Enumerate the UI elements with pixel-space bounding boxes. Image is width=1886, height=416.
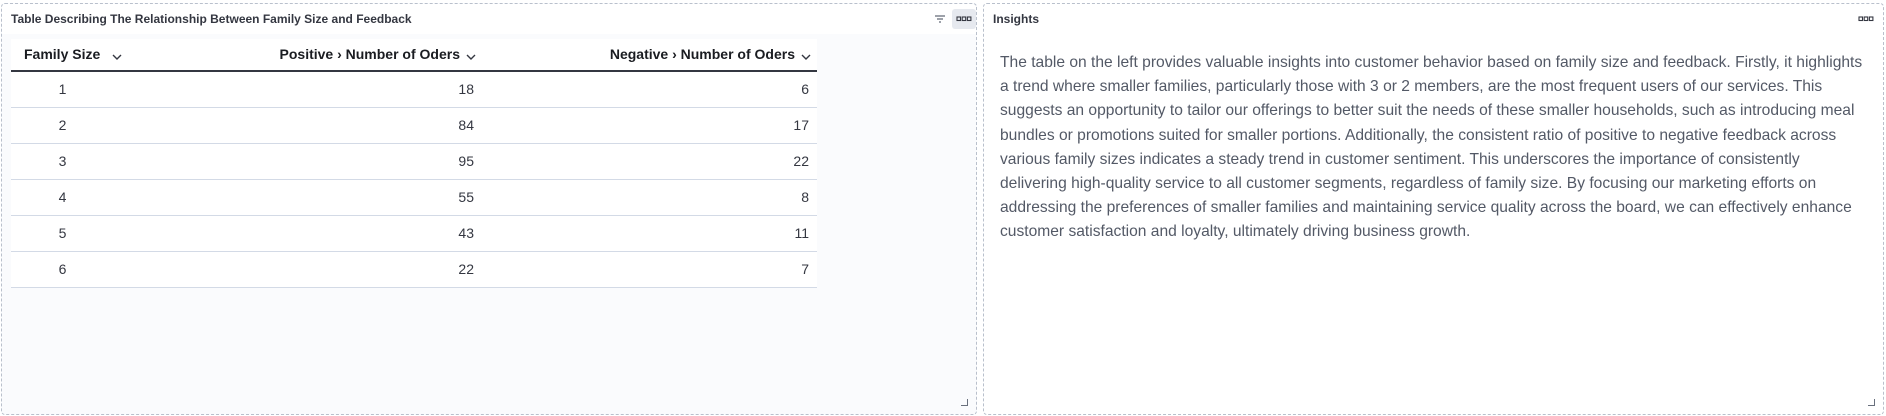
cell-negative: 11: [482, 215, 817, 252]
column-header-label: Family Size: [24, 45, 101, 62]
resize-handle-icon[interactable]: [1868, 399, 1875, 406]
column-header-label: Negative › Number of Oders: [609, 45, 795, 62]
table-row: 2 84 17: [11, 107, 817, 144]
cell-positive: 43: [130, 215, 482, 252]
table-row: 3 95 22: [11, 143, 817, 180]
insights-body-text: The table on the left provides valuable …: [1000, 54, 1863, 241]
chevron-down-icon[interactable]: [466, 47, 476, 63]
chevron-down-icon[interactable]: [112, 47, 122, 63]
table-panel-options-button[interactable]: [952, 9, 976, 29]
table-row: 6 22 7: [11, 251, 817, 288]
table-row: 4 55 8: [11, 179, 817, 216]
column-header-negative[interactable]: Negative › Number of Oders: [482, 39, 817, 72]
cell-negative: 22: [482, 143, 817, 180]
filter-icon: [935, 15, 945, 23]
table-row: 1 18 6: [11, 71, 817, 108]
cell-positive: 22: [130, 251, 482, 288]
table-header-row: Family Size Positive › Number of Oders N…: [11, 39, 817, 72]
column-header-positive[interactable]: Positive › Number of Oders: [130, 39, 482, 72]
cell-family-size: 4: [11, 179, 130, 216]
insights-panel-header: Insights: [984, 4, 1883, 34]
table-panel-actions: [928, 9, 976, 29]
filter-button[interactable]: [928, 9, 952, 29]
panel-options-icon: [1858, 16, 1874, 22]
cell-positive: 55: [130, 179, 482, 216]
cell-family-size: 5: [11, 215, 130, 252]
table-panel: Table Describing The Relationship Betwee…: [1, 3, 977, 415]
cell-positive: 18: [130, 71, 482, 108]
panel-options-icon: [956, 16, 972, 22]
insights-panel-actions: [1854, 9, 1878, 29]
cell-negative: 7: [482, 251, 817, 288]
table-panel-header: Table Describing The Relationship Betwee…: [2, 4, 976, 34]
insights-panel: Insights The table on the left provides …: [983, 3, 1884, 415]
cell-positive: 84: [130, 107, 482, 144]
table-panel-title: Table Describing The Relationship Betwee…: [11, 12, 412, 26]
cell-family-size: 1: [11, 71, 130, 108]
cell-family-size: 6: [11, 251, 130, 288]
dashboard: Table Describing The Relationship Betwee…: [0, 0, 1886, 416]
insights-panel-options-button[interactable]: [1854, 9, 1878, 29]
cell-negative: 17: [482, 107, 817, 144]
cell-negative: 6: [482, 71, 817, 108]
column-header-family-size[interactable]: Family Size: [11, 39, 130, 72]
cell-family-size: 3: [11, 143, 130, 180]
cell-family-size: 2: [11, 107, 130, 144]
cell-positive: 95: [130, 143, 482, 180]
data-table: Family Size Positive › Number of Oders N…: [11, 39, 817, 288]
resize-handle-icon[interactable]: [961, 399, 968, 406]
chevron-down-icon[interactable]: [801, 47, 811, 63]
insights-panel-title: Insights: [993, 12, 1040, 26]
table-row: 5 43 11: [11, 215, 817, 252]
cell-negative: 8: [482, 179, 817, 216]
column-header-label: Positive › Number of Oders: [279, 45, 460, 62]
